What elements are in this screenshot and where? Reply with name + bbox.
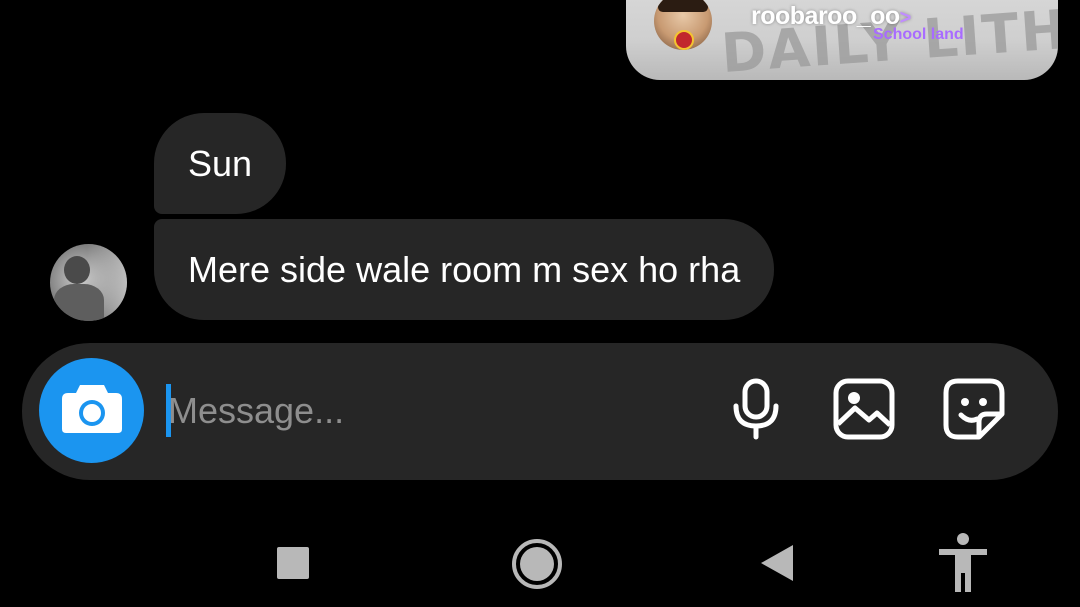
shared-story-card[interactable]: DAILY LITH roobaroo_oo> School land <box>626 0 1058 80</box>
sticker-icon <box>943 378 1005 445</box>
home-button[interactable] <box>508 537 566 595</box>
camera-icon <box>60 381 124 440</box>
camera-button[interactable] <box>39 358 144 463</box>
recent-apps-button[interactable] <box>268 540 318 590</box>
voice-message-button[interactable] <box>724 378 788 445</box>
accessibility-icon <box>936 532 990 599</box>
recent-apps-icon <box>276 546 310 585</box>
story-avatar <box>654 0 712 50</box>
message-text: Mere side wale room m sex ho rha <box>188 248 741 290</box>
home-icon <box>510 537 564 596</box>
system-nav-bar <box>0 520 1080 607</box>
back-button[interactable] <box>752 540 802 590</box>
sticker-button[interactable] <box>942 378 1006 445</box>
microphone-icon <box>731 378 781 445</box>
image-icon <box>833 378 895 445</box>
message-input[interactable] <box>168 383 688 439</box>
message-composer <box>22 343 1058 480</box>
message-bubble[interactable]: Mere side wale room m sex ho rha <box>154 219 775 320</box>
story-subtitle: School land <box>873 26 964 43</box>
sender-avatar[interactable] <box>50 244 127 321</box>
accessibility-button[interactable] <box>932 532 994 598</box>
message-bubble[interactable]: Sun <box>154 113 287 214</box>
gallery-button[interactable] <box>832 378 896 445</box>
dm-thread-screen: DAILY LITH roobaroo_oo> School land Sun … <box>0 0 1080 607</box>
message-text: Sun <box>188 142 253 184</box>
back-icon <box>759 543 795 588</box>
